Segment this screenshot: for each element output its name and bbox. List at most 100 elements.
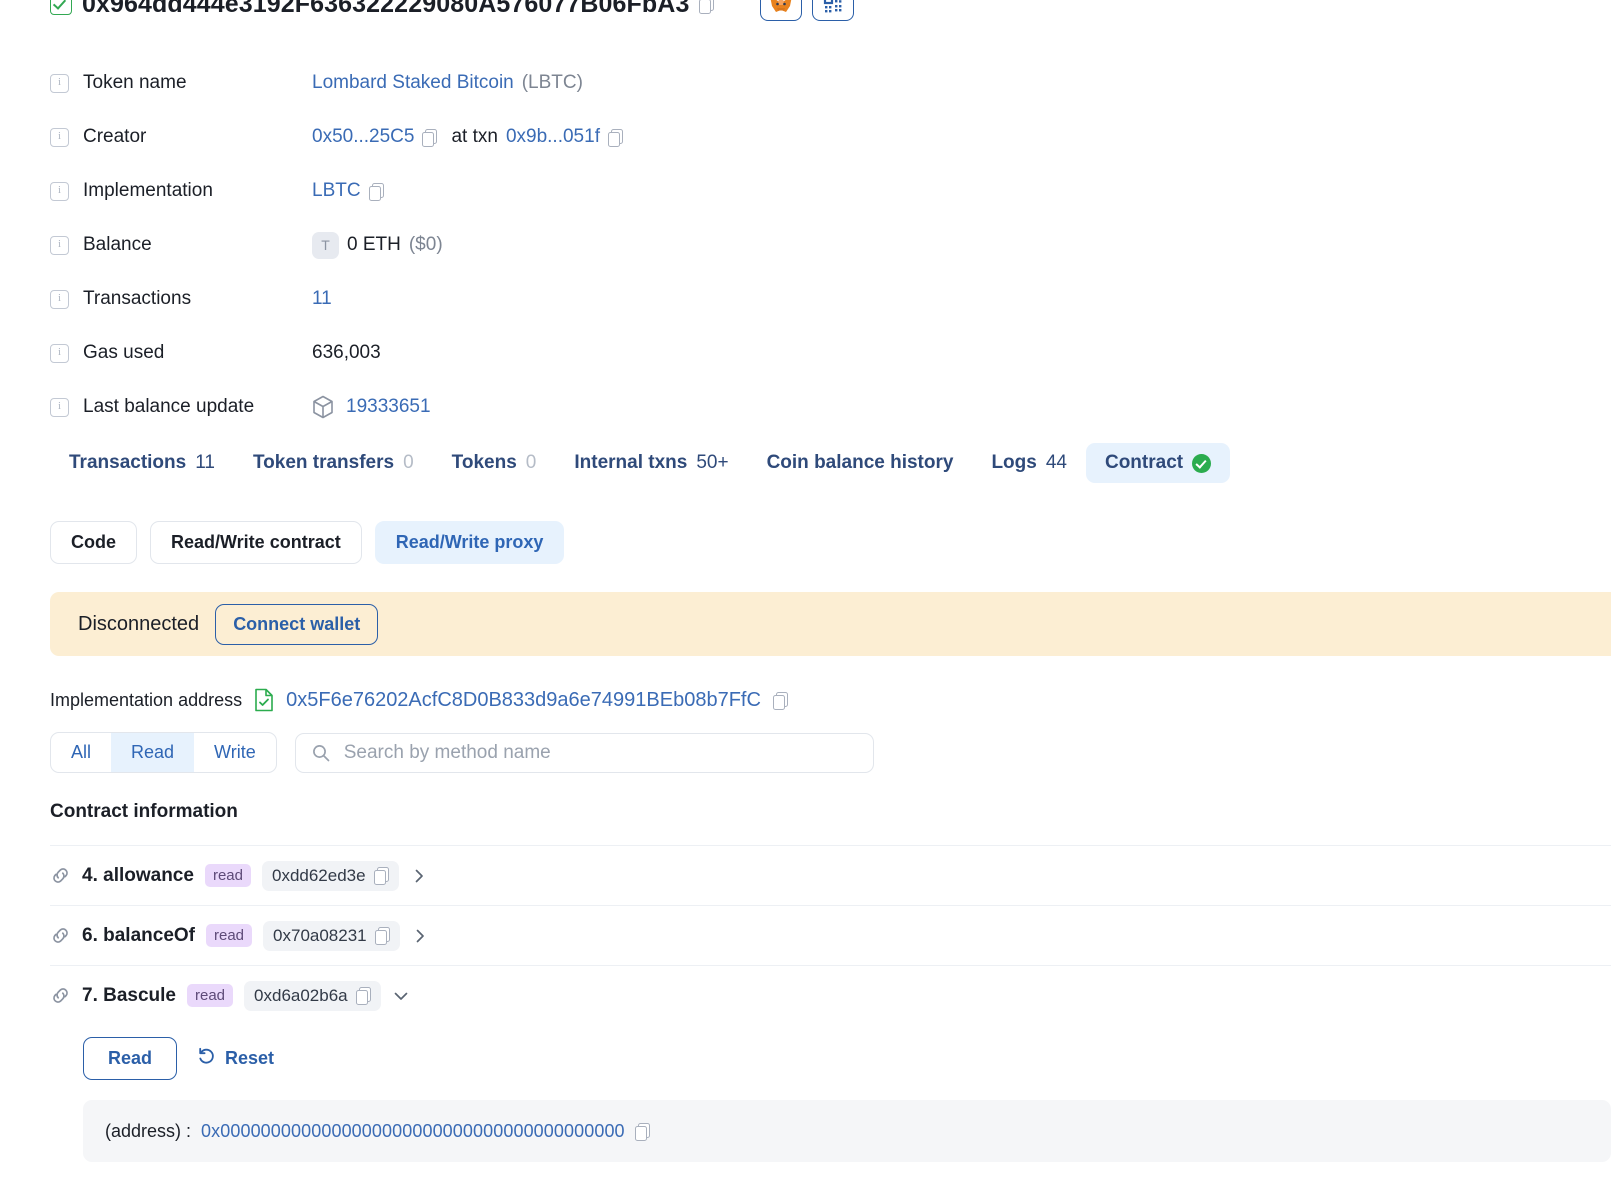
tab-coin-balance-history[interactable]: Coin balance history [748,443,973,483]
connect-wallet-button[interactable]: Connect wallet [215,603,379,645]
subtab-read-write-contract[interactable]: Read/Write contract [150,521,362,564]
tab-transactions[interactable]: Transactions 11 [50,443,234,483]
detail-label: i Transactions [50,288,312,310]
method-header[interactable]: 6. balanceOf read 0x70a08231 [50,906,1611,965]
detail-value: 636,003 [312,342,381,364]
chevron-right-icon[interactable] [410,867,428,885]
result-type: (address) : [105,1120,192,1141]
contract-page: 0x964dd444e3192F636322229080A576077B06Fb… [0,0,1611,1191]
method-search-box[interactable] [294,732,874,773]
detail-label-text: Creator [83,126,147,147]
copy-icon[interactable] [368,182,384,201]
copy-icon[interactable] [422,128,438,147]
qr-code-icon [824,0,842,13]
transactions-count-link[interactable]: 11 [312,288,332,310]
qr-code-button[interactable] [812,0,855,21]
link-icon[interactable] [50,985,71,1006]
detail-label: i Implementation [50,180,312,202]
info-icon[interactable]: i [50,127,69,147]
subtab-code[interactable]: Code [50,521,137,564]
detail-row-token-name: i Token name Lombard Staked Bitcoin (LBT… [50,56,950,110]
link-icon[interactable] [50,925,71,946]
link-icon[interactable] [50,865,71,886]
detail-value: T 0 ETH ($0) [312,231,443,259]
method-selector-chip: 0xdd62ed3e [261,860,399,891]
tab-internal-txns[interactable]: Internal txns 50+ [555,443,747,483]
method-actions: Read Reset [83,1037,1611,1080]
detail-label: i Gas used [50,342,312,364]
copy-icon[interactable] [634,1122,650,1141]
info-icon[interactable]: i [50,181,69,201]
filter-all[interactable]: All [51,733,111,772]
info-icon[interactable]: i [50,73,69,93]
tab-count: 44 [1045,452,1067,473]
reset-button[interactable]: Reset [197,1047,274,1071]
copy-icon[interactable] [374,927,390,945]
tab-count: 0 [525,452,537,473]
method-header[interactable]: 4. allowance read 0xdd62ed3e [50,846,1611,905]
creation-txn-link[interactable]: 0x9b...051f [506,126,600,148]
info-icon[interactable]: i [50,343,69,363]
verified-check-icon [50,0,72,15]
token-name-link[interactable]: Lombard Staked Bitcoin [312,72,514,94]
filter-read[interactable]: Read [111,733,195,772]
contract-information-title: Contract information [50,801,238,822]
detail-label: i Creator [50,126,312,148]
balance-amount: 0 ETH [347,234,401,255]
address-header: 0x964dd444e3192F636322229080A576077B06Fb… [50,0,855,21]
last-block-link[interactable]: 19333651 [346,396,431,418]
method-row: 6. balanceOf read 0x70a08231 [50,905,1611,965]
method-body: Read Reset (address) : 0x000000000000000… [50,1025,1611,1162]
tab-label: Transactions [69,452,187,473]
read-button[interactable]: Read [83,1037,178,1080]
tab-label: Token transfers [252,452,395,473]
tab-token-transfers[interactable]: Token transfers 0 [234,443,433,483]
copy-icon[interactable] [607,128,623,147]
copy-icon[interactable] [373,867,389,885]
subtab-read-write-proxy[interactable]: Read/Write proxy [374,521,565,564]
gas-used-value: 636,003 [312,342,381,363]
tab-count: 11 [195,452,215,473]
tab-contract[interactable]: Contract [1085,443,1231,483]
metamask-add-token-button[interactable] [760,0,803,21]
verified-contract-icon [1192,453,1212,473]
tab-label: Coin balance history [766,452,954,473]
detail-label-text: Balance [83,234,152,255]
info-icon[interactable]: i [50,289,69,309]
implementation-address-link[interactable]: 0x5F6e76202AcfC8D0B833d9a6e74991BEb08b7F… [286,689,761,712]
implementation-address-row: Implementation address 0x5F6e76202AcfC8D… [50,688,788,712]
search-icon [312,744,330,762]
detail-row-creator: i Creator 0x50...25C5 at txn 0x9b...051f [50,110,950,164]
copy-icon[interactable] [355,987,371,1005]
contract-methods-list: 4. allowance read 0xdd62ed3e 6. balanceO… [50,845,1611,1162]
detail-value: 11 [312,288,332,310]
tab-label: Internal txns [574,452,688,473]
filter-write[interactable]: Write [194,733,276,772]
main-tabs: Transactions 11 Token transfers 0 Tokens… [50,443,1231,483]
tab-label: Logs [991,452,1037,473]
info-icon[interactable]: i [50,235,69,255]
detail-label: i Last balance update [50,396,312,418]
search-input[interactable] [341,740,857,765]
implementation-link[interactable]: LBTC [312,180,361,202]
wallet-status-banner: Disconnected Connect wallet [50,592,1611,656]
creator-address-link[interactable]: 0x50...25C5 [312,126,414,148]
copy-icon[interactable] [699,0,715,14]
copy-icon[interactable] [772,691,788,710]
detail-row-last-balance-update: i Last balance update 19333651 [50,380,950,434]
chevron-down-icon[interactable] [392,987,410,1005]
chevron-right-icon[interactable] [411,927,429,945]
tab-tokens[interactable]: Tokens 0 [433,443,556,483]
info-icon[interactable]: i [50,397,69,417]
metamask-fox-icon [769,0,793,14]
method-selector: 0xdd62ed3e [271,865,366,885]
token-symbol: (LBTC) [521,72,583,93]
tab-logs[interactable]: Logs 44 [972,443,1086,483]
method-header[interactable]: 7. Bascule read 0xd6a02b6a [50,966,1611,1025]
detail-value: 19333651 [312,395,431,419]
document-verified-icon [254,688,274,712]
detail-label-text: Last balance update [83,396,255,417]
implementation-address-label: Implementation address [50,689,243,710]
method-row: 7. Bascule read 0xd6a02b6a Read Reset (a… [50,965,1611,1162]
tab-label: Contract [1104,452,1184,473]
